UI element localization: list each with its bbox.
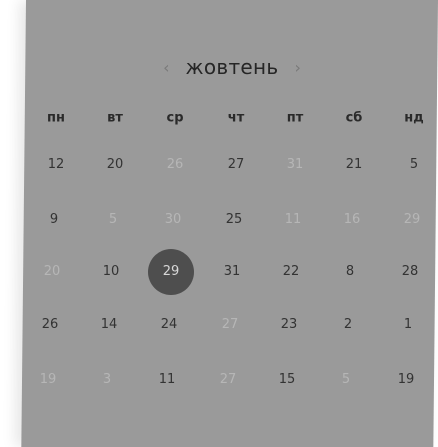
calendar-day[interactable]: 19 xyxy=(387,361,425,399)
calendar-day[interactable]: 28 xyxy=(391,253,429,291)
calendar-day[interactable]: 20 xyxy=(33,253,71,291)
calendar-day[interactable]: 19 xyxy=(29,361,67,399)
calendar-day[interactable]: 11 xyxy=(274,201,312,239)
calendar-day[interactable]: 5 xyxy=(327,361,365,399)
calendar-day[interactable]: 26 xyxy=(156,146,194,184)
selected-day[interactable]: 29 xyxy=(148,249,194,295)
calendar-day[interactable]: 21 xyxy=(335,146,373,184)
weekday-2: ср xyxy=(166,110,184,126)
calendar-day[interactable]: 14 xyxy=(90,306,128,344)
calendar-header: ‹ жовтень › xyxy=(26,50,438,84)
calendar-day[interactable]: 10 xyxy=(92,253,130,291)
calendar-day[interactable]: 22 xyxy=(272,253,310,291)
weekday-4: пт xyxy=(286,110,304,126)
calendar-day[interactable]: 25 xyxy=(215,201,253,239)
calendar-day[interactable]: 29 xyxy=(393,201,431,239)
calendar-day[interactable]: 27 xyxy=(217,146,255,184)
calendar-day[interactable]: 20 xyxy=(96,146,134,184)
calendar-day[interactable]: 16 xyxy=(333,201,371,239)
prev-month-icon[interactable]: ‹ xyxy=(159,58,173,77)
calendar-day[interactable]: 31 xyxy=(213,253,251,291)
calendar-day[interactable]: 24 xyxy=(150,306,188,344)
month-title: жовтень xyxy=(185,55,279,79)
calendar-day[interactable]: 5 xyxy=(94,201,132,239)
calendar-day[interactable]: 1 xyxy=(389,306,427,344)
calendar-day[interactable]: 2 xyxy=(329,306,367,344)
calendar-day[interactable]: 23 xyxy=(270,306,308,344)
calendar-day[interactable]: 3 xyxy=(88,361,126,399)
calendar-day[interactable]: 26 xyxy=(31,306,69,344)
calendar-day[interactable]: 30 xyxy=(154,201,192,239)
weekday-0: пн xyxy=(47,110,65,126)
calendar-day[interactable]: 15 xyxy=(268,361,306,399)
next-month-icon[interactable]: › xyxy=(290,58,304,77)
calendar-day[interactable]: 12 xyxy=(37,146,75,184)
calendar-day[interactable]: 5 xyxy=(395,146,433,184)
calendar-day[interactable]: 27 xyxy=(209,361,247,399)
calendar-day[interactable]: 31 xyxy=(276,146,314,184)
weekday-3: чт xyxy=(227,110,245,126)
calendar-day[interactable]: 27 xyxy=(211,306,249,344)
weekday-1: вт xyxy=(107,110,123,126)
calendar-day[interactable]: 11 xyxy=(148,361,186,399)
calendar-day[interactable]: 8 xyxy=(331,253,369,291)
weekday-5: сб xyxy=(345,110,363,126)
calendar-day[interactable]: 9 xyxy=(35,201,73,239)
weekday-6: нд xyxy=(404,110,424,126)
